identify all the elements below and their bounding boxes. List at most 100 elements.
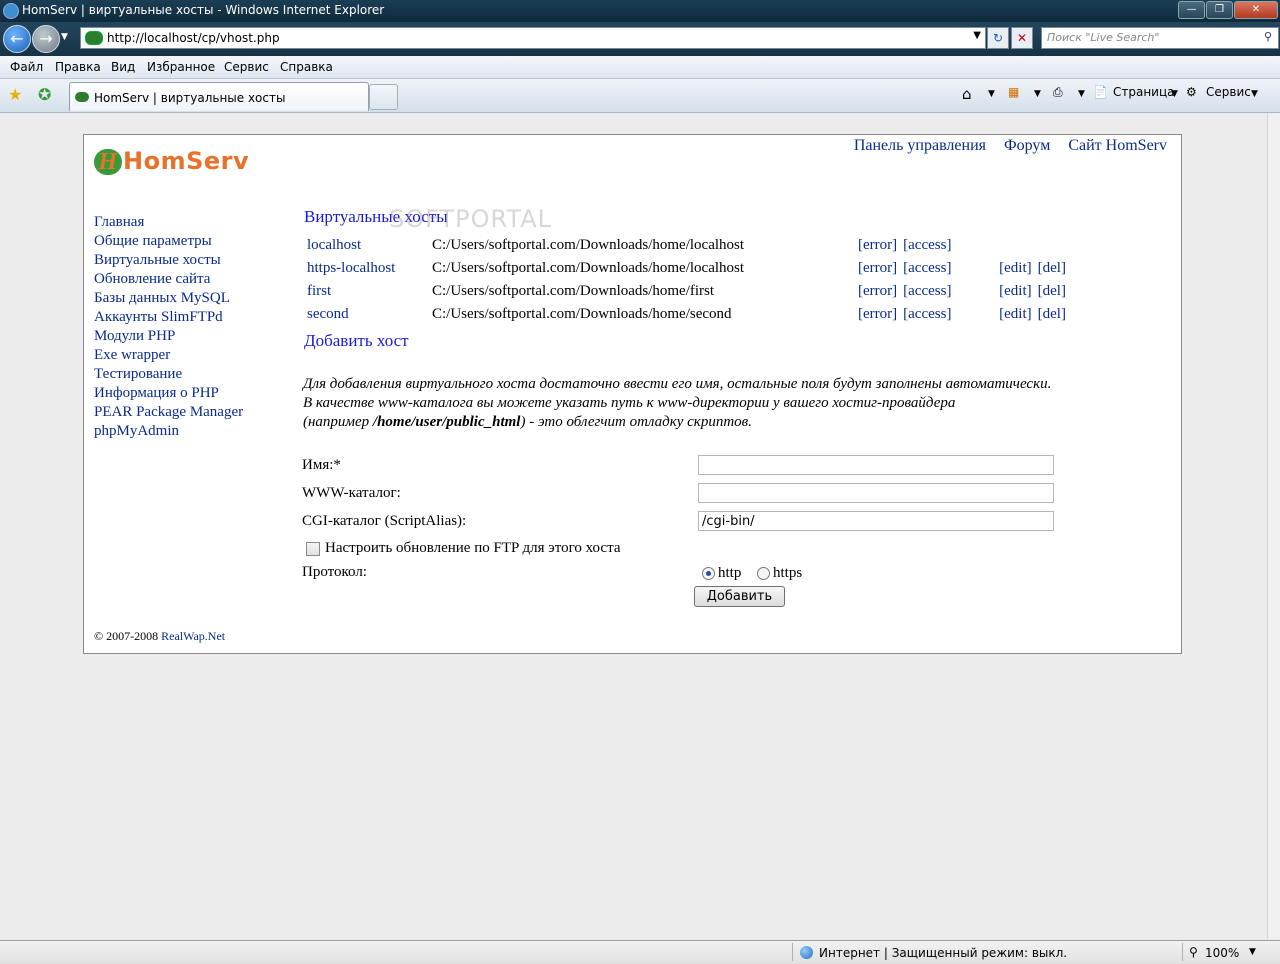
zoom-icon: ⚲ — [1189, 945, 1198, 959]
menu-favorites[interactable]: Избранное — [147, 60, 215, 74]
host-access-link[interactable]: [access] — [900, 234, 996, 257]
tab-page-icon — [75, 92, 89, 102]
menu-help[interactable]: Справка — [280, 60, 333, 74]
cgi-dir-input[interactable]: /cgi-bin/ — [698, 511, 1054, 531]
nav-item-site-update[interactable]: Обновление сайта — [94, 270, 243, 289]
logo-h-icon: H — [94, 149, 122, 175]
nav-item-testing[interactable]: Тестирование — [94, 365, 243, 384]
menu-view[interactable]: Вид — [111, 60, 135, 74]
tab-active[interactable]: HomServ | виртуальные хосты — [69, 82, 369, 111]
nav-item-phpmyadmin[interactable]: phpMyAdmin — [94, 422, 243, 441]
home-icon[interactable]: ⌂ — [962, 85, 972, 103]
host-del-link[interactable]: [del] — [1035, 257, 1069, 280]
new-tab-button[interactable] — [369, 84, 398, 110]
nav-item-pear[interactable]: PEAR Package Manager — [94, 403, 243, 422]
tools-dropdown-icon[interactable]: ▼ — [1251, 89, 1258, 99]
refresh-button[interactable]: ↻ — [987, 27, 1009, 49]
host-edit-link[interactable]: [edit] — [996, 257, 1034, 280]
table-row: first C:/Users/softportal.com/Downloads/… — [304, 280, 1069, 303]
zoom-level[interactable]: 100% — [1205, 946, 1239, 960]
host-edit-link[interactable]: [edit] — [996, 280, 1034, 303]
title-bar: HomServ | виртуальные хосты - Windows In… — [0, 0, 1280, 22]
close-button[interactable]: ✕ — [1234, 1, 1278, 19]
host-access-link[interactable]: [access] — [900, 257, 996, 280]
nav-item-home[interactable]: Главная — [94, 213, 243, 232]
host-name[interactable]: https-localhost — [304, 257, 429, 280]
zone-text[interactable]: Интернет | Защищенный режим: выкл. — [819, 946, 1067, 960]
host-error-link[interactable]: [error] — [855, 234, 900, 257]
host-del-link[interactable]: [del] — [1035, 280, 1069, 303]
host-name[interactable]: second — [304, 303, 429, 326]
stop-button[interactable]: ✕ — [1011, 27, 1033, 49]
host-del-link[interactable] — [1035, 234, 1069, 257]
host-error-link[interactable]: [error] — [855, 257, 900, 280]
info-line: Для добавления виртуального хоста достат… — [303, 376, 1052, 392]
host-error-link[interactable]: [error] — [855, 280, 900, 303]
forward-button[interactable]: → — [32, 25, 60, 53]
host-edit-link[interactable] — [996, 234, 1034, 257]
realwap-link[interactable]: RealWap.Net — [161, 629, 225, 643]
host-name[interactable]: first — [304, 280, 429, 303]
rss-feed-icon[interactable]: ▦ — [1008, 85, 1019, 99]
host-access-link[interactable]: [access] — [900, 280, 996, 303]
window-title: HomServ | виртуальные хосты - Windows In… — [22, 3, 385, 17]
window-controls: — ❐ ✕ — [1178, 1, 1278, 19]
nav-item-php-modules[interactable]: Модули PHP — [94, 327, 243, 346]
minimize-button[interactable]: — — [1178, 1, 1205, 19]
menu-edit[interactable]: Правка — [55, 60, 101, 74]
homserv-logo[interactable]: H HomServ — [94, 147, 249, 175]
copyright: © 2007-2008 RealWap.Net — [94, 629, 226, 643]
address-url[interactable]: http://localhost/cp/vhost.php — [107, 31, 280, 45]
search-box[interactable]: Поиск "Live Search" ⚲ — [1041, 27, 1279, 49]
home-dropdown-icon[interactable]: ▼ — [988, 89, 995, 99]
favorites-star-icon[interactable]: ★ — [8, 85, 22, 104]
host-path: C:/Users/softportal.com/Downloads/home/l… — [432, 260, 745, 276]
page-menu-icon: 📄 — [1093, 85, 1108, 99]
back-button[interactable]: ← — [3, 25, 31, 53]
nav-item-mysql[interactable]: Базы данных MySQL — [94, 289, 243, 308]
nav-item-slimftpd[interactable]: Аккаунты SlimFTPd — [94, 308, 243, 327]
address-dropdown-icon[interactable]: ▼ — [973, 30, 981, 41]
www-dir-label: WWW-каталог: — [302, 485, 401, 501]
nav-item-php-info[interactable]: Информация о PHP — [94, 384, 243, 403]
add-button[interactable]: Добавить — [694, 586, 785, 607]
navigation-bar: ← → ▼ http://localhost/cp/vhost.php ▼ ↻ … — [0, 22, 1280, 56]
host-name[interactable]: localhost — [304, 234, 429, 257]
menu-file[interactable]: Файл — [10, 60, 43, 74]
host-del-link[interactable]: [del] — [1035, 303, 1069, 326]
history-dropdown-icon[interactable]: ▼ — [61, 32, 68, 42]
table-row: https-localhost C:/Users/softportal.com/… — [304, 257, 1069, 280]
nav-item-general[interactable]: Общие параметры — [94, 232, 243, 251]
link-homserv-site[interactable]: Сайт HomServ — [1068, 137, 1167, 154]
host-access-link[interactable]: [access] — [900, 303, 996, 326]
link-control-panel[interactable]: Панель управления — [854, 137, 986, 154]
menu-tools[interactable]: Сервис — [224, 60, 269, 74]
name-input[interactable] — [698, 455, 1054, 475]
vertical-scrollbar[interactable] — [1267, 113, 1280, 939]
www-dir-input[interactable] — [698, 483, 1054, 503]
tools-menu[interactable]: Сервис — [1206, 85, 1251, 99]
protocol-https-radio[interactable] — [757, 567, 770, 580]
page-dropdown-icon[interactable]: ▼ — [1171, 89, 1178, 99]
print-icon[interactable]: ⎙ — [1053, 85, 1063, 100]
host-edit-link[interactable]: [edit] — [996, 303, 1034, 326]
print-dropdown-icon[interactable]: ▼ — [1078, 89, 1085, 99]
protocol-http-radio[interactable] — [702, 567, 715, 580]
add-favorites-icon[interactable]: ✪ — [38, 85, 51, 104]
host-error-link[interactable]: [error] — [855, 303, 900, 326]
search-icon[interactable]: ⚲ — [1264, 30, 1272, 43]
feed-dropdown-icon[interactable]: ▼ — [1034, 89, 1041, 99]
address-bar[interactable]: http://localhost/cp/vhost.php ▼ — [80, 27, 986, 49]
nav-item-exe-wrapper[interactable]: Exe wrapper — [94, 346, 243, 365]
link-forum[interactable]: Форум — [1004, 137, 1050, 154]
tools-gear-icon: ⚙ — [1186, 85, 1197, 99]
zoom-dropdown-icon[interactable]: ▼ — [1249, 947, 1256, 957]
left-navigation: Главная Общие параметры Виртуальные хост… — [94, 213, 243, 441]
host-path: C:/Users/softportal.com/Downloads/home/s… — [432, 306, 732, 322]
table-row: localhost C:/Users/softportal.com/Downlo… — [304, 234, 1069, 257]
nav-item-vhosts[interactable]: Виртуальные хосты — [94, 251, 243, 270]
page-menu[interactable]: Страница — [1113, 85, 1175, 99]
maximize-button[interactable]: ❐ — [1206, 1, 1233, 19]
add-host-link[interactable]: Добавить хост — [304, 331, 409, 351]
ftp-update-checkbox[interactable] — [306, 542, 320, 556]
